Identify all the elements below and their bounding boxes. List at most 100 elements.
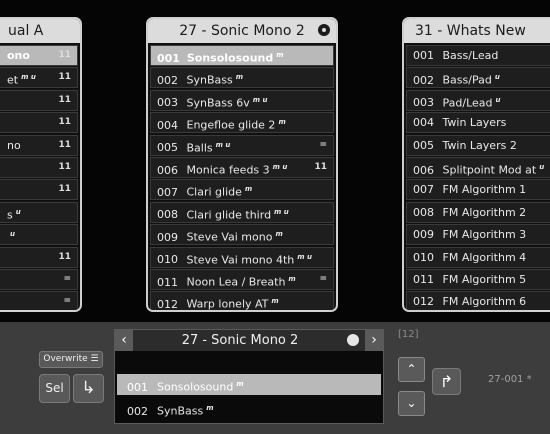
patch-name: Twin Layers 2 [442, 138, 517, 152]
patch-mode-marker: u [15, 207, 21, 216]
arrow-down-right-icon: ↳ [81, 378, 96, 398]
patch-list-center: 001 Sonsolosound m 002 SynBass m 003 SynBass… [148, 43, 336, 311]
patch-name: et [7, 74, 19, 88]
patch-mode-marker: m u [272, 162, 288, 171]
patch-name: Clari glide third [186, 208, 272, 222]
patch-number: 012 [157, 297, 178, 311]
patch-mode-marker: u [10, 230, 15, 239]
patch-row[interactable]: 005 Twin Layers 2 [406, 134, 550, 156]
patch-row[interactable]: 11 [0, 156, 78, 178]
settings-gear-icon[interactable] [347, 334, 359, 346]
patch-number: 001 [157, 51, 180, 65]
patch-row[interactable]: 006 Monica feeds 3m u 11 [150, 156, 334, 178]
patch-number: 001 [413, 49, 434, 62]
bank-title-right[interactable]: 31 - Whats New [404, 19, 550, 43]
patch-name: FM Algorithm 2 [442, 205, 527, 219]
patch-row[interactable]: 010 Steve Vai mono 4th m u [150, 246, 334, 268]
patch-mode-marker: m [235, 73, 244, 82]
bank-panel-left: ual A ono11etm u111111no111111suu11==es [0, 17, 82, 312]
patch-row[interactable]: 003 Pad/Lead u [406, 89, 550, 111]
patch-name: SynBass 6v [186, 96, 250, 110]
patch-row[interactable]: 012 FM Algorithm 6 [406, 291, 550, 310]
patch-flag: 11 [58, 161, 71, 172]
patch-row[interactable]: 005 Balls m u = [150, 134, 334, 156]
patch-row[interactable]: no 11 [0, 134, 78, 156]
bank-title-left[interactable]: ual A [0, 19, 80, 43]
patch-row[interactable]: 012 Warp lonely AT m [150, 291, 334, 311]
patch-row[interactable]: 001 Sonsolosound m [150, 45, 334, 66]
return-button[interactable]: ↱ [432, 368, 461, 395]
patch-row[interactable]: u [0, 224, 78, 246]
overwrite-button[interactable]: Overwrite ☰ [39, 351, 103, 368]
patch-row[interactable]: 003 SynBass 6v m u [150, 89, 334, 111]
patch-row[interactable]: 001 Bass/Lead [406, 45, 550, 66]
patch-number: 002 [413, 74, 434, 88]
patch-list-right: 001 Bass/Lead 002 Bass/Pad u 003 Pad/Lead u 0… [404, 43, 550, 310]
patch-row[interactable]: 11 [0, 89, 78, 111]
arrow-up-right-icon: ↱ [439, 372, 454, 391]
patch-mode-marker: m [288, 274, 296, 283]
patch-row[interactable]: 11 [0, 179, 78, 201]
patch-name: Steve Vai mono [186, 230, 273, 244]
patch-row[interactable]: 011 Noon Lea / Breath m = [150, 268, 334, 290]
patch-number: 003 [413, 96, 434, 110]
patch-row[interactable]: 008 FM Algorithm 2 [406, 201, 550, 223]
patch-row[interactable]: 007 FM Algorithm 1 [406, 179, 550, 201]
patch-row[interactable]: 004 Twin Layers [406, 112, 550, 134]
mini-browser-row[interactable]: 001 Sonsolosound m [117, 374, 381, 395]
load-arrow-button[interactable]: ↳ [73, 374, 104, 403]
patch-row[interactable]: = [0, 268, 78, 290]
mini-browser-row[interactable]: 002 SynBass m [117, 398, 381, 419]
patch-flag: 11 [58, 50, 71, 60]
patch-row[interactable]: 011 FM Algorithm 5 [406, 268, 550, 290]
patch-row[interactable]: 002 SynBass m [150, 67, 334, 89]
patch-row[interactable]: 004 Engefloe glide 2m [150, 112, 334, 134]
patch-row[interactable]: 002 Bass/Pad u [406, 67, 550, 89]
next-bank-button[interactable]: › [365, 330, 383, 351]
patch-name: Splitpoint Mod at [442, 163, 537, 177]
scroll-up-button[interactable]: ⌃ [398, 357, 425, 382]
patch-row[interactable]: ono 11 [0, 45, 78, 66]
bank-title-right-text: 31 - Whats New [415, 23, 526, 39]
patch-row[interactable]: 009 Steve Vai mono m [150, 224, 334, 246]
patch-name: Pad/Lead [442, 96, 493, 110]
patch-row[interactable]: et m u 11 [0, 67, 78, 89]
patch-row[interactable]: 007 Clari glide m [150, 179, 334, 201]
patch-name: SynBass [157, 404, 204, 418]
patch-row[interactable]: 008 Clari glide third m u [150, 201, 334, 223]
bank-title-center[interactable]: 27 - Sonic Mono 2 [148, 19, 336, 43]
bank-panel-center: 27 - Sonic Mono 2 001 Sonsolosound m 002 S… [146, 17, 338, 312]
previous-bank-button[interactable]: ‹ [115, 330, 133, 351]
patch-name: Clari glide [186, 186, 242, 199]
patch-mode-marker: m [236, 380, 244, 388]
bank-title-center-text: 27 - Sonic Mono 2 [179, 23, 305, 39]
select-button[interactable]: Sel [39, 374, 70, 403]
patch-name: FM Algorithm 5 [442, 272, 527, 286]
patch-number: 002 [127, 404, 148, 418]
patch-name: Twin Layers [442, 116, 507, 130]
patch-mode-marker: m [244, 185, 253, 194]
patch-flag: 11 [58, 251, 71, 262]
scroll-down-button[interactable]: ⌄ [398, 391, 425, 416]
patch-mode-marker: m [271, 297, 279, 306]
patch-row[interactable]: su [0, 201, 78, 223]
patch-number: 003 [157, 96, 178, 110]
patch-number: 012 [413, 295, 434, 309]
current-patch-id: 27-001 * [488, 374, 532, 385]
patch-mode-marker: m u [274, 207, 289, 216]
patch-name: Noon Lea / Breath [186, 275, 286, 289]
patch-name: s [7, 208, 13, 222]
patch-count: [12] [398, 329, 419, 340]
patch-row[interactable]: 11 [0, 112, 78, 134]
mini-bank-browser: ‹ 27 - Sonic Mono 2 › 001 Sonsolosound m 0… [114, 329, 384, 424]
patch-name: FM Algorithm 3 [442, 228, 527, 242]
patch-number: 006 [413, 163, 434, 177]
patch-row[interactable]: = [0, 291, 78, 310]
patch-row[interactable]: 006 Splitpoint Mod at u [406, 156, 550, 178]
patch-row[interactable]: 11 [0, 246, 78, 268]
patch-number: 002 [157, 74, 178, 88]
patch-row[interactable]: 009 FM Algorithm 3 [406, 224, 550, 246]
settings-gear-icon[interactable] [318, 24, 330, 36]
patch-row[interactable]: 010 FM Algorithm 4 [406, 246, 550, 268]
patch-mode-marker: m u [297, 252, 312, 261]
